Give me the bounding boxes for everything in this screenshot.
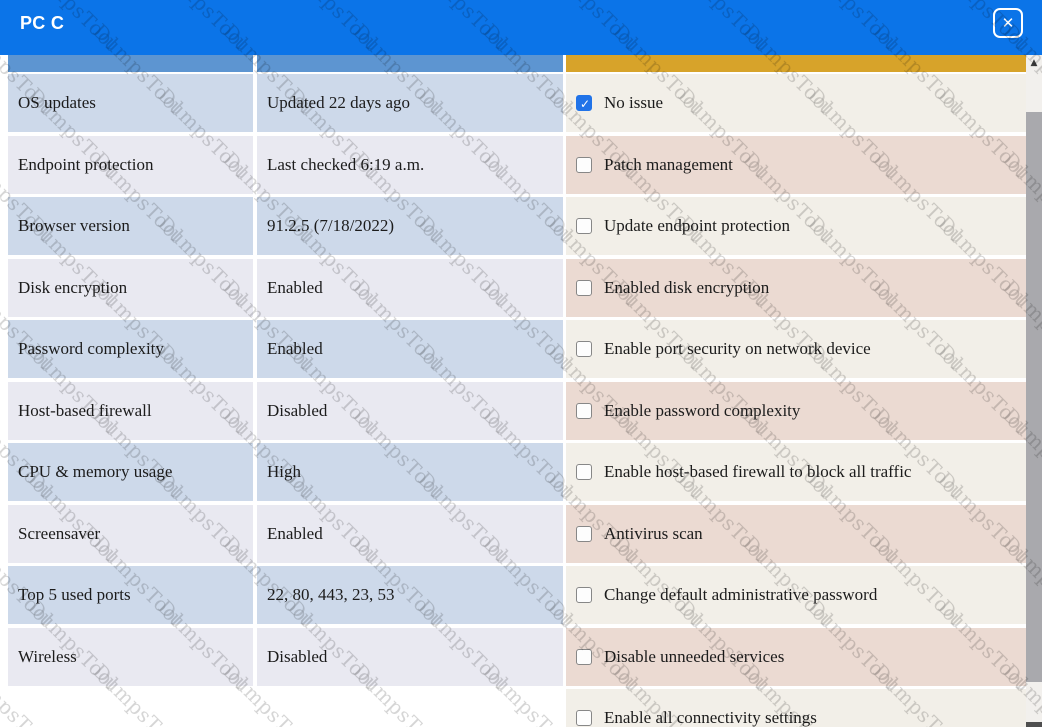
checkbox[interactable] — [576, 95, 592, 111]
checklist-item-label: Change default administrative password — [604, 585, 877, 605]
checklist-item-label: Enable host-based firewall to block all … — [604, 462, 911, 482]
checklist-item-label: Enable password complexity — [604, 401, 800, 421]
row-value: Updated 22 days ago — [257, 74, 563, 132]
checklist-item: Enable all connectivity settings — [566, 689, 1026, 727]
checklist-item: Disable unneeded services — [566, 628, 1026, 686]
row-label: Disk encryption — [8, 259, 253, 317]
pc-c-dialog: PC C ✕ OS updates Updated 22 days ago En… — [0, 0, 1042, 727]
table-row: Wireless Disabled — [8, 628, 563, 686]
row-label: Password complexity — [8, 320, 253, 378]
checklist-header — [566, 55, 1026, 72]
scrollbar-thumb[interactable] — [1026, 112, 1042, 682]
row-value: Disabled — [257, 628, 563, 686]
checkbox[interactable] — [576, 403, 592, 419]
table-row: OS updates Updated 22 days ago — [8, 74, 563, 132]
checkbox[interactable] — [576, 710, 592, 726]
row-label: Screensaver — [8, 505, 253, 563]
row-value: Enabled — [257, 320, 563, 378]
scrollbar-down-button[interactable] — [1026, 722, 1042, 727]
row-label: Host-based firewall — [8, 382, 253, 440]
table-row: Screensaver Enabled — [8, 505, 563, 563]
table-row: Host-based firewall Disabled — [8, 382, 563, 440]
checklist-item-label: Update endpoint protection — [604, 216, 790, 236]
close-button[interactable]: ✕ — [993, 8, 1023, 38]
checkbox[interactable] — [576, 649, 592, 665]
table-header-label-col — [8, 55, 253, 72]
checklist-item-label: Enabled disk encryption — [604, 278, 769, 298]
checklist-item: Enable host-based firewall to block all … — [566, 443, 1026, 501]
checklist-item: Enable password complexity — [566, 382, 1026, 440]
table-header-row — [8, 55, 563, 72]
row-value: High — [257, 443, 563, 501]
checkbox[interactable] — [576, 464, 592, 480]
row-label: OS updates — [8, 74, 253, 132]
checklist-item-label: No issue — [604, 93, 663, 113]
close-icon: ✕ — [1002, 16, 1015, 31]
checklist-item-label: Enable port security on network device — [604, 339, 871, 359]
table-row: Disk encryption Enabled — [8, 259, 563, 317]
checklist-item-label: Disable unneeded services — [604, 647, 784, 667]
row-value: Disabled — [257, 382, 563, 440]
checkbox[interactable] — [576, 587, 592, 603]
table-row: Top 5 used ports 22, 80, 443, 23, 53 — [8, 566, 563, 624]
table-row: Endpoint protection Last checked 6:19 a.… — [8, 136, 563, 194]
table-row: Browser version 91.2.5 (7/18/2022) — [8, 197, 563, 255]
checklist-item: Update endpoint protection — [566, 197, 1026, 255]
table-header-value-col — [257, 55, 563, 72]
row-label: CPU & memory usage — [8, 443, 253, 501]
dialog-titlebar: PC C ✕ — [0, 0, 1042, 55]
table-row: CPU & memory usage High — [8, 443, 563, 501]
row-value: Last checked 6:19 a.m. — [257, 136, 563, 194]
scrollbar-up-button[interactable]: ▲ — [1026, 55, 1042, 72]
row-value: 22, 80, 443, 23, 53 — [257, 566, 563, 624]
scrollbar[interactable]: ▲ — [1026, 55, 1042, 727]
checkbox[interactable] — [576, 526, 592, 542]
checklist-item: Antivirus scan — [566, 505, 1026, 563]
checkbox[interactable] — [576, 341, 592, 357]
row-label: Browser version — [8, 197, 253, 255]
dialog-title: PC C — [20, 13, 64, 34]
attributes-table: OS updates Updated 22 days ago Endpoint … — [8, 74, 563, 689]
checkbox[interactable] — [576, 280, 592, 296]
row-value: 91.2.5 (7/18/2022) — [257, 197, 563, 255]
checklist-item: Patch management — [566, 136, 1026, 194]
checkbox[interactable] — [576, 157, 592, 173]
row-label: Endpoint protection — [8, 136, 253, 194]
remediation-checklist: No issue Patch management Update endpoin… — [566, 74, 1026, 727]
row-label: Top 5 used ports — [8, 566, 253, 624]
row-value: Enabled — [257, 259, 563, 317]
checklist-item-label: Patch management — [604, 155, 733, 175]
checklist-item: Change default administrative password — [566, 566, 1026, 624]
checklist-item: Enable port security on network device — [566, 320, 1026, 378]
chevron-up-icon: ▲ — [1031, 59, 1038, 68]
row-label: Wireless — [8, 628, 253, 686]
table-row: Password complexity Enabled — [8, 320, 563, 378]
checkbox[interactable] — [576, 218, 592, 234]
checklist-item-label: Antivirus scan — [604, 524, 703, 544]
checklist-item: No issue — [566, 74, 1026, 132]
checklist-item: Enabled disk encryption — [566, 259, 1026, 317]
checklist-item-label: Enable all connectivity settings — [604, 708, 817, 727]
row-value: Enabled — [257, 505, 563, 563]
